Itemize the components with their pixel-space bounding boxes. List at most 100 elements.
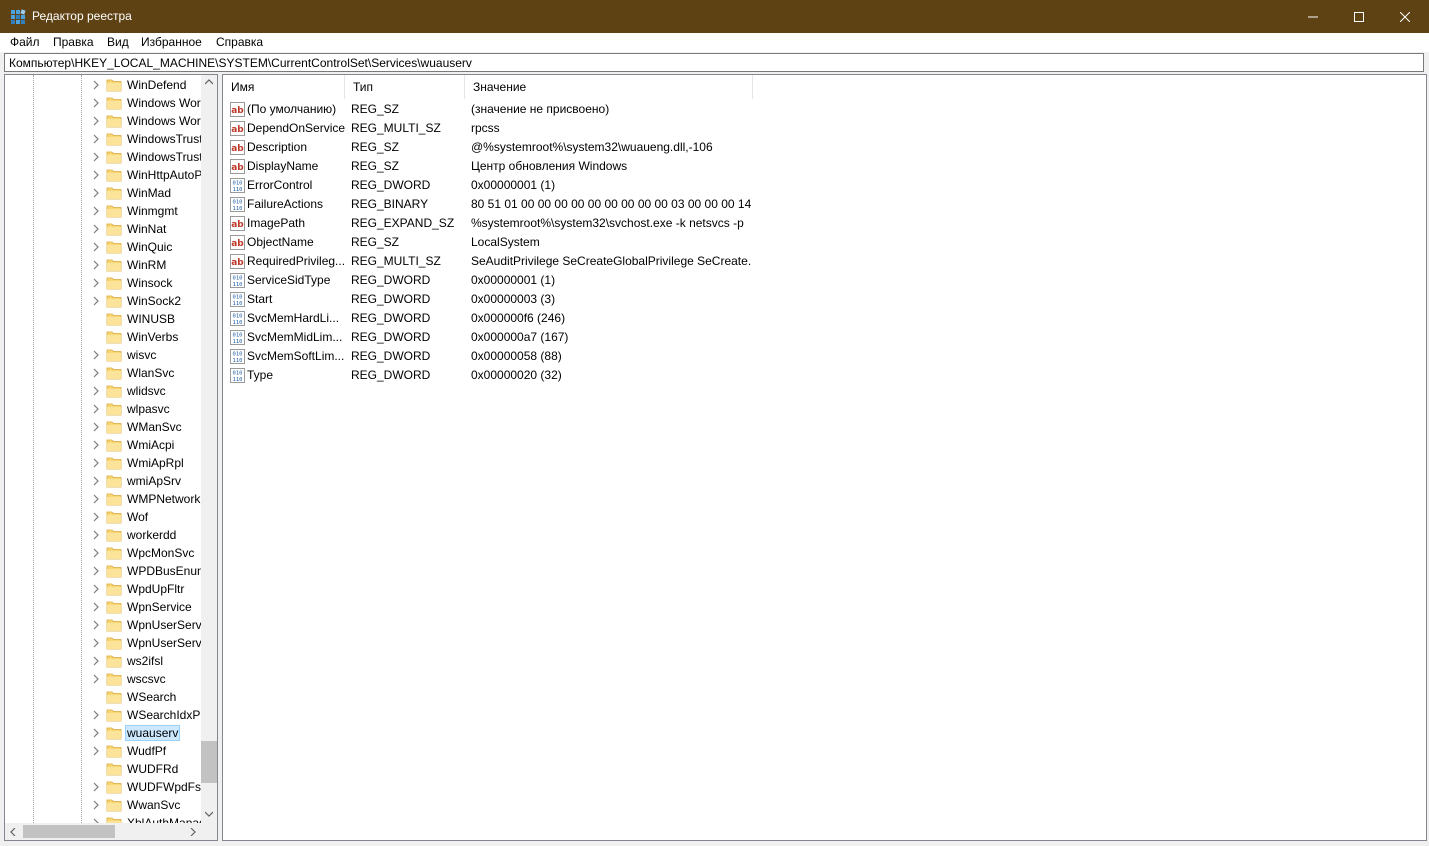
maximize-button[interactable] [1336,0,1382,33]
tree-item[interactable]: WpcMonSvc [5,544,205,562]
tree-item[interactable]: Windows Wor [5,94,205,112]
chevron-right-icon[interactable] [91,638,101,648]
chevron-right-icon[interactable] [91,548,101,558]
chevron-right-icon[interactable] [91,728,101,738]
tree-item[interactable]: WpnUserServic [5,634,210,652]
tree-item[interactable]: WPDBusEnum [5,562,207,580]
menu-help[interactable]: Справка [216,35,263,49]
chevron-right-icon[interactable] [91,206,101,216]
tree-item[interactable]: Winmgmt [5,202,205,220]
tree-item[interactable]: Windows Wor [5,112,205,130]
tree-item[interactable]: WinDefend [5,76,205,94]
chevron-right-icon[interactable] [91,674,101,684]
chevron-right-icon[interactable] [91,170,101,180]
tree-vertical-scrollbar[interactable] [201,75,217,823]
chevron-right-icon[interactable] [91,440,101,450]
tree-item[interactable]: WwanSvc [5,796,205,814]
tree-item[interactable]: Wof [5,508,205,526]
chevron-right-icon[interactable] [91,80,101,90]
chevron-right-icon[interactable] [91,800,101,810]
tree-vertical-scroll-thumb[interactable] [201,741,217,783]
chevron-right-icon[interactable] [91,422,101,432]
chevron-right-icon[interactable] [91,260,101,270]
tree-item[interactable]: WlanSvc [5,364,205,382]
chevron-right-icon[interactable] [91,620,101,630]
tree-item[interactable]: WinMad [5,184,205,202]
column-header-data[interactable]: Значение [465,75,753,99]
tree-item[interactable]: workerdd [5,526,205,544]
menu-file[interactable]: Файл [10,35,40,49]
tree-item[interactable]: wscsvc [5,670,205,688]
tree-item[interactable]: WpnService [5,598,205,616]
column-header-type[interactable]: Тип [345,75,465,99]
chevron-right-icon[interactable] [91,278,101,288]
chevron-right-icon[interactable] [91,350,101,360]
chevron-right-icon[interactable] [91,134,101,144]
value-row[interactable]: 010 110 ErrorControl REG_DWORD 0x00000001 (1… [223,176,1223,195]
chevron-right-icon[interactable] [91,746,101,756]
address-path[interactable]: Компьютер\HKEY_LOCAL_MACHINE\SYSTEM\Curr… [9,56,472,70]
tree-item[interactable]: WindowsTrust [5,130,205,148]
scroll-up-arrow-icon[interactable] [205,79,213,85]
tree-item[interactable]: WudfPf [5,742,205,760]
key-tree-pane[interactable]: WinDefend Windows Wor Windows Wor WindowsTr… [4,74,218,841]
value-row[interactable]: 010 110 SvcMemMidLim... REG_DWORD 0x000000a7… [223,328,1223,347]
tree-item[interactable]: WinNat [5,220,205,238]
title-bar[interactable]: Редактор реестра [0,0,1429,33]
tree-item[interactable]: WpdUpFltr [5,580,205,598]
scroll-down-arrow-icon[interactable] [205,811,213,817]
chevron-right-icon[interactable] [91,224,101,234]
tree-horizontal-scrollbar[interactable] [5,823,201,840]
tree-item[interactable]: WMPNetwork [5,490,205,508]
chevron-right-icon[interactable] [91,296,101,306]
chevron-right-icon[interactable] [91,386,101,396]
value-row[interactable]: ab ObjectName REG_SZ LocalSystem [223,233,1223,252]
values-list-pane[interactable]: Имя Тип Значение ab (По умолчанию) REG_SZ(… [222,74,1427,841]
value-row[interactable]: ab DependOnService REG_MULTI_SZ rpcss [223,119,1223,138]
column-header-name[interactable]: Имя [223,75,345,99]
chevron-right-icon[interactable] [91,404,101,414]
tree-item[interactable]: WINUSB [5,310,205,328]
chevron-right-icon[interactable] [91,458,101,468]
menu-view[interactable]: Вид [107,35,129,49]
tree-item[interactable]: WUDFWpdFs [5,778,205,796]
close-button[interactable] [1382,0,1428,33]
tree-item[interactable]: WUDFRd [5,760,205,778]
address-bar[interactable]: Компьютер\HKEY_LOCAL_MACHINE\SYSTEM\Curr… [4,53,1424,72]
value-row[interactable]: 010 110 FailureActions REG_BINARY 80 51 01 0… [223,195,1223,214]
chevron-right-icon[interactable] [91,512,101,522]
value-row[interactable]: ab RequiredPrivileg... REG_MULTI_SZ SeAudit… [223,252,1223,271]
tree-item[interactable]: wmiApSrv [5,472,205,490]
value-row[interactable]: 010 110 ServiceSidType REG_DWORD 0x00000001 … [223,271,1223,290]
chevron-right-icon[interactable] [91,98,101,108]
tree-item[interactable]: WinRM [5,256,205,274]
tree-item[interactable]: wlidsvc [5,382,205,400]
tree-item[interactable]: WSearch [5,688,205,706]
scroll-right-arrow-icon[interactable] [190,828,196,836]
chevron-right-icon[interactable] [91,602,101,612]
chevron-right-icon[interactable] [91,476,101,486]
chevron-right-icon[interactable] [91,566,101,576]
tree-item[interactable]: WinSock2 [5,292,205,310]
tree-item[interactable]: WmiApRpl [5,454,205,472]
chevron-right-icon[interactable] [91,152,101,162]
tree-item[interactable]: WinVerbs [5,328,205,346]
tree-item[interactable]: WManSvc [5,418,205,436]
tree-item[interactable]: WinQuic [5,238,205,256]
tree-item[interactable]: WpnUserServic [5,616,210,634]
tree-item[interactable]: WindowsTrust [5,148,205,166]
chevron-right-icon[interactable] [91,782,101,792]
chevron-right-icon[interactable] [91,584,101,594]
menu-favorites[interactable]: Избранное [141,35,202,49]
value-row[interactable]: ab Description REG_SZ @%systemroot%\system3… [223,138,1223,157]
chevron-right-icon[interactable] [91,656,101,666]
scroll-left-arrow-icon[interactable] [10,828,16,836]
value-row[interactable]: 010 110 Start REG_DWORD 0x00000003 (3) [223,290,1223,309]
chevron-right-icon[interactable] [91,116,101,126]
tree-item[interactable]: wlpasvc [5,400,205,418]
tree-horizontal-scroll-thumb[interactable] [23,825,115,838]
minimize-button[interactable] [1290,0,1336,33]
value-row[interactable]: ab ImagePath REG_EXPAND_SZ %systemroot%\sys… [223,214,1223,233]
tree-item[interactable]: Winsock [5,274,205,292]
chevron-right-icon[interactable] [91,530,101,540]
